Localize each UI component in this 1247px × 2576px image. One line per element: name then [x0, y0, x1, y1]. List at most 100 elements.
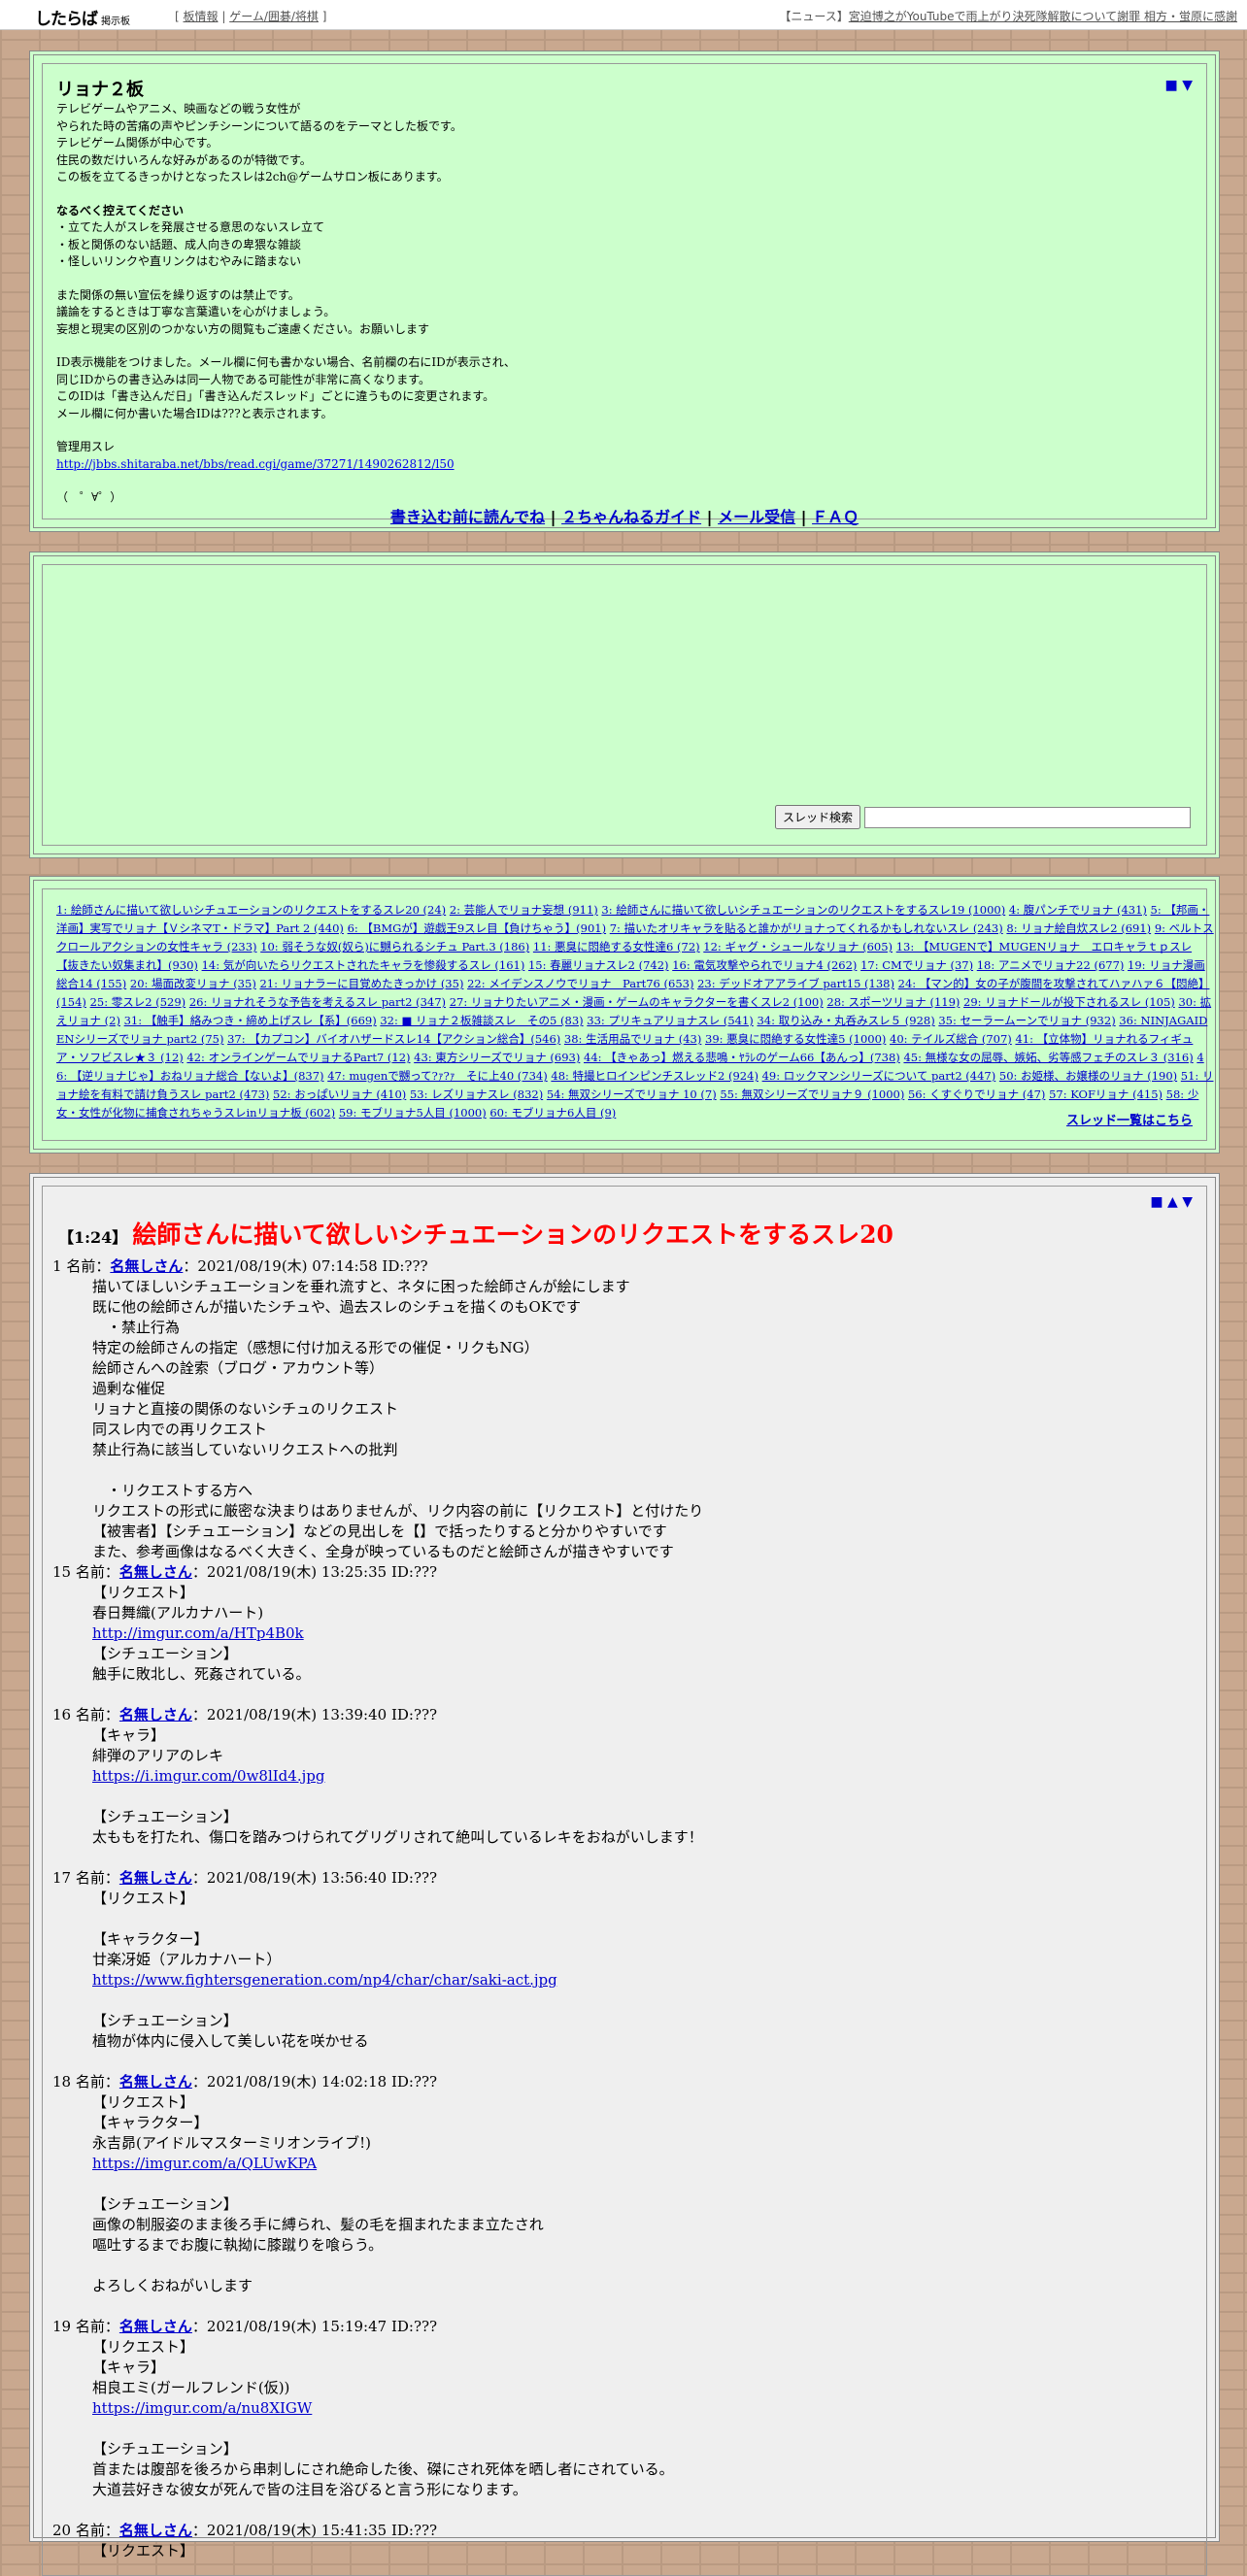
thread-list-item[interactable]: 27: リョナりたいアニメ・漫画・ゲームのキャラクターを書くスレ2 (100) — [450, 995, 824, 1009]
thread-list-item[interactable]: 32: ■ リョナ２板雑談スレ その5 (83) — [380, 1014, 583, 1027]
thread-list-item[interactable]: 6: 【BMGが】遊戯王9スレ目【負けちゃう】(901) — [348, 921, 607, 935]
post-line: 嘔吐するまでお腹に執拗に膝蹴りを喰らう。 — [92, 2236, 384, 2254]
thread-list-item[interactable]: 59: モブリョナ5人目 (1000) — [339, 1106, 487, 1120]
thread-list-item[interactable]: 54: 無双シリーズでリョナ 10 (7) — [547, 1087, 717, 1101]
read-before-posting-link[interactable]: 書き込む前に読んでね — [390, 508, 545, 526]
post-link-line: http://imgur.com/a/HTp4B0k — [92, 1623, 1198, 1644]
thread-list-item[interactable]: 26: リョナれそうな予告を考えるスレ part2 (347) — [189, 995, 446, 1009]
admin-label: 管理用スレ — [56, 440, 116, 453]
thread-list-item[interactable]: 49: ロックマンシリーズについて part2 (447) — [762, 1069, 996, 1083]
poster-name-link[interactable]: 名無しさん — [119, 2073, 192, 2091]
poster-name-link[interactable]: 名無しさん — [119, 1706, 192, 1723]
thread-list-item[interactable]: 4: 腹パンチでリョナ (431) — [1009, 903, 1147, 917]
mail-receive-link[interactable]: メール受信 — [718, 508, 795, 526]
thread-search-button[interactable]: スレッド検索 — [774, 805, 860, 829]
thread-list-item[interactable]: 8: リョナ絵自炊スレ2 (691) — [1006, 921, 1151, 935]
post-link[interactable]: https://imgur.com/a/QLUwKPA — [92, 2155, 317, 2172]
thread-list-item[interactable]: 12: ギャグ・シュールなリョナ (605) — [703, 940, 893, 953]
thread-list-item[interactable]: 47: mugenで嬲って?ｧ?ｧ そに上40 (734) — [327, 1069, 548, 1083]
post-number: 19 — [52, 2318, 72, 2335]
thread-list-item[interactable]: 10: 弱そうな奴(奴ら)に嬲られるシチュ Part.3 (186) — [260, 940, 529, 953]
thread-list-item[interactable]: 14: 気が向いたらリクエストされたキャラを惨殺するスレ (161) — [202, 958, 525, 972]
post: 18 名前：名無しさん：2021/08/19(木) 14:02:18 ID:??… — [52, 2072, 1198, 2317]
thread-list-item[interactable]: 17: CMでリョナ (37) — [860, 958, 973, 972]
thread-list-item[interactable]: 18: アニメでリョナ22 (677) — [977, 958, 1125, 972]
thread-list-item[interactable]: 29: リョナドールが投下されるスレ (105) — [963, 995, 1175, 1009]
header-nav[interactable]: ■ ▼ — [1165, 78, 1193, 93]
thread-list-item[interactable]: 33: プリキュアリョナスレ (541) — [587, 1014, 754, 1027]
thread-list-item[interactable]: 15: 春麗リョナスレ2 (742) — [528, 958, 669, 972]
thread-list-item[interactable]: 45: 無様な女の屈辱、嫉妬、劣等感フェチのスレ３ (316) — [903, 1051, 1193, 1064]
news-link[interactable]: 宮迫博之がYouTubeで雨上がり決死隊解散について謝罪 相方・蛍原に感謝 — [849, 10, 1237, 23]
site-logo[interactable]: したらば 掲示板 — [35, 5, 130, 29]
post-meta: ：2021/08/19(木) 13:56:40 ID:??? — [191, 1869, 438, 1887]
thread-list-item[interactable]: 53: レズリョナスレ (832) — [410, 1087, 543, 1101]
poster-name-link[interactable]: 名無しさん — [119, 2522, 192, 2539]
thread-list-item[interactable]: 56: くすぐりでリョナ (47) — [908, 1087, 1045, 1101]
thread-list-item[interactable]: 3: 絵師さんに描いて欲しいシチュエーションのリクエストをするスレ19 (100… — [601, 903, 1005, 917]
thread-list-item[interactable]: 20: 場面改変リョナ (35) — [130, 977, 256, 990]
post-body: 【リクエスト】 【キャラクター】 廿楽冴姫（アルカナハート） https://www.… — [92, 1889, 1198, 2072]
thread-list-item[interactable]: 50: お姫様、お嬢様のリョナ (190) — [999, 1069, 1177, 1083]
2ch-guide-link[interactable]: ２ちゃんねるガイド — [561, 508, 701, 526]
thread-list-item[interactable]: 1: 絵師さんに描いて欲しいシチュエーションのリクエストをするスレ20 (24) — [56, 903, 446, 917]
poster-name-link[interactable]: 名無しさん — [119, 1869, 192, 1887]
thread-nav-arrows[interactable]: ■ ▲ ▼ — [1150, 1194, 1193, 1210]
post-meta: ：2021/08/19(木) 07:14:58 ID:??? — [183, 1257, 428, 1275]
thread-list-item[interactable]: 35: セーラームーンでリョナ (932) — [938, 1014, 1115, 1027]
thread-list-item[interactable]: 42: オンラインゲームでリョナるPart7 (12) — [186, 1051, 410, 1064]
post-link[interactable]: https://www.fightersgeneration.com/np4/c… — [92, 1971, 557, 1989]
post-link[interactable]: https://imgur.com/a/nu8XIGW — [92, 2399, 312, 2417]
thread-list-item[interactable]: 44: 【きゃあっ】燃える悲鳴・ﾔﾗﾚのゲーム66【あんっ】(738) — [584, 1051, 900, 1064]
thread-list-item[interactable]: 31: 【触手】絡みつき・締め上げスレ【系】(669) — [124, 1014, 377, 1027]
thread-list-item[interactable]: 38: 生活用品でリョナ (43) — [564, 1032, 701, 1046]
thread-list-item[interactable]: 11: 悪臭に悶絶する女性達6 (72) — [533, 940, 700, 953]
post-header: 15 名前：名無しさん：2021/08/19(木) 13:25:35 ID:??… — [52, 1562, 1198, 1583]
thread-list-item[interactable]: 40: テイルズ総合 (707) — [890, 1032, 1012, 1046]
thread-list-item[interactable]: 2: 芸能人でリョナ妄想 (911) — [450, 903, 598, 917]
post-line: 【キャラ】 — [92, 1726, 166, 1744]
thread-search-input[interactable] — [864, 806, 1191, 828]
admin-thread-link[interactable]: http://jbbs.shitaraba.net/bbs/read.cgi/g… — [56, 457, 455, 471]
post-line: 【リクエスト】 — [92, 2093, 195, 2111]
post-line: 首または腹部を後ろから串刺しにされ絶命した後、磔にされ死体を晒し者にされている。 — [92, 2460, 674, 2478]
rule-line: ・板と関係のない話題、成人向きの卑猥な雑談 — [56, 237, 302, 251]
board-info-link[interactable]: 板情報 — [184, 10, 219, 23]
category-link[interactable]: ゲーム/囲碁/将棋 — [229, 10, 319, 23]
thread-list-item[interactable]: 21: リョナラーに目覚めたきっかけ (35) — [259, 977, 463, 990]
thread-list-item[interactable]: 25: 零スレ2 (529) — [90, 995, 186, 1009]
thread-list-item[interactable]: 48: 特撮ヒロインピンチスレッド2 (924) — [551, 1069, 758, 1083]
post-meta: ：2021/08/19(木) 14:02:18 ID:??? — [191, 2073, 438, 2091]
thread-title: 【1:24】 絵師さんに描いて欲しいシチュエーションのリクエストをするスレ20 — [58, 1216, 893, 1251]
thread-list-item[interactable]: 52: おっぱいリョナ (410) — [273, 1087, 406, 1101]
thread-list-item[interactable]: 34: 取り込み・丸呑みスレ５ (928) — [757, 1014, 934, 1027]
thread-list-item[interactable]: 43: 東方シリーズでリョナ (693) — [414, 1051, 580, 1064]
thread-list-item[interactable]: 7: 描いたオリキャラを貼ると誰かがリョナってくれるかもしれないスレ (243) — [610, 921, 1003, 935]
thread-list-item[interactable]: 60: モブリョナ6人目 (9) — [489, 1106, 616, 1120]
thread-list-item[interactable]: 37: 【カプコン】バイオハザードスレ14【アクション総合】(546) — [227, 1032, 560, 1046]
thread-nav[interactable]: ■ ▲ ▼ — [1150, 1194, 1193, 1210]
faq-link[interactable]: ＦＡＱ — [812, 508, 859, 526]
thread-list-item[interactable]: 39: 悪臭に悶絶する女性達5 (1000) — [705, 1032, 886, 1046]
post-link[interactable]: https://i.imgur.com/0w8lId4.jpg — [92, 1767, 324, 1785]
thread-list-item[interactable]: 55: 無双シリーズでリョナ９ (1000) — [720, 1087, 904, 1101]
thread-list-item[interactable]: 23: デッドオアアライブ part15 (138) — [697, 977, 894, 990]
thread-list-item[interactable]: 57: KOFリョナ (415) — [1049, 1087, 1163, 1101]
thread-list-item[interactable]: 22: メイデンスノウでリョナ Part76 (653) — [467, 977, 693, 990]
poster-name-link[interactable]: 名無しさん — [110, 1257, 183, 1275]
poster-name-link[interactable]: 名無しさん — [119, 1563, 192, 1581]
post-line: 画像の制服姿のまま後ろ手に縛られ、髪の毛を掴まれたまま立たされ — [92, 2216, 544, 2233]
thread-list-item[interactable]: 28: スポーツリョナ (119) — [826, 995, 960, 1009]
top-bar: したらば 掲示板 [ 板情報 | ゲーム/囲碁/将棋 ] 【ニュース】宮迫博之がY… — [0, 0, 1247, 30]
post-link[interactable]: http://imgur.com/a/HTp4B0k — [92, 1624, 304, 1642]
all-threads-link[interactable]: スレッド一覧はこちら — [1066, 1114, 1193, 1128]
poster-name-link[interactable]: 名無しさん — [119, 2318, 192, 2335]
thread-list-item[interactable]: 16: 電気攻撃やられでリョナ4 (262) — [672, 958, 857, 972]
nav-arrows[interactable]: ■ ▼ — [1165, 78, 1193, 93]
post-line: 【キャラクター】 — [92, 1930, 209, 1948]
post-name-label: 名前： — [75, 1869, 119, 1887]
